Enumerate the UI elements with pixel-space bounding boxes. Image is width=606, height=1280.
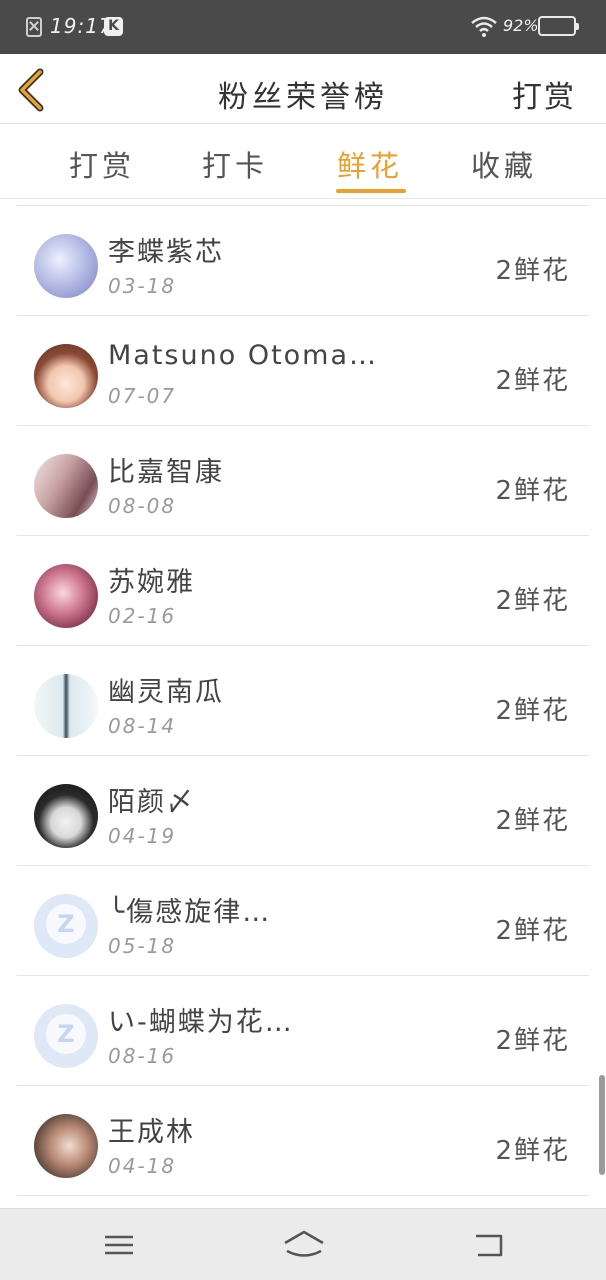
flower-count: 2鲜花: [495, 806, 570, 836]
flower-count: 2鲜花: [495, 916, 570, 946]
fan-name: い-蝴蝶为花…: [108, 1007, 294, 1038]
flower-count: 2鲜花: [495, 1136, 570, 1166]
default-avatar[interactable]: Z: [34, 1004, 98, 1068]
fan-date: 05-18: [108, 934, 177, 958]
battery-icon: [538, 16, 579, 36]
list-item[interactable]: Z ╰傷感旋律… 05-18 2鲜花: [0, 866, 606, 976]
fan-date: 07-07: [108, 384, 177, 408]
fan-name: 幽灵南瓜: [108, 677, 224, 708]
home-icon[interactable]: [282, 1229, 326, 1259]
fan-list[interactable]: 李蝶紫芯 03-18 2鲜花 Matsuno Otoma… 07-07 2鲜花 …: [0, 200, 606, 1208]
active-tab-indicator: [336, 189, 406, 193]
fan-name: 王成林: [108, 1117, 195, 1148]
list-item[interactable]: 幽灵南瓜 08-14 2鲜花: [0, 646, 606, 756]
fan-date: 04-19: [108, 824, 177, 848]
fan-name: 李蝶紫芯: [108, 237, 224, 268]
avatar[interactable]: [34, 1114, 98, 1178]
avatar[interactable]: [34, 564, 98, 628]
divider: [17, 1195, 589, 1196]
qzone-icon: Z: [57, 1020, 75, 1048]
avatar[interactable]: [34, 344, 98, 408]
fan-date: 04-18: [108, 1154, 177, 1178]
flower-count: 2鲜花: [495, 586, 570, 616]
fan-name: 比嘉智康: [108, 457, 224, 488]
avatar[interactable]: [34, 784, 98, 848]
fan-name: ╰傷感旋律…: [108, 897, 272, 928]
avatar[interactable]: [34, 454, 98, 518]
flower-count: 2鲜花: [495, 696, 570, 726]
avatar[interactable]: [34, 234, 98, 298]
fan-date: 08-16: [108, 1044, 177, 1068]
list-item[interactable]: Z い-蝴蝶为花… 08-16 2鲜花: [0, 976, 606, 1086]
tab-favorites[interactable]: 收藏: [459, 143, 549, 185]
avatar[interactable]: [34, 674, 98, 738]
default-avatar[interactable]: Z: [34, 894, 98, 958]
list-scrollbar[interactable]: [599, 1075, 605, 1175]
system-nav-bar: [0, 1208, 606, 1280]
list-item[interactable]: 陌颜〆 04-19 2鲜花: [0, 756, 606, 866]
wifi-icon: [471, 16, 497, 37]
menu-icon[interactable]: [104, 1235, 134, 1255]
tab-flowers[interactable]: 鲜花: [325, 143, 415, 185]
fan-name: 苏婉雅: [108, 567, 195, 598]
list-item[interactable]: Matsuno Otoma… 07-07 2鲜花: [0, 316, 606, 426]
list-item[interactable]: 王成林 04-18 2鲜花: [0, 1086, 606, 1196]
back-icon[interactable]: [472, 1231, 504, 1259]
list-item[interactable]: 李蝶紫芯 03-18 2鲜花: [0, 206, 606, 316]
status-bar: 19:17 K 92%: [0, 0, 606, 54]
fan-name: Matsuno Otoma…: [108, 340, 379, 371]
flower-count: 2鲜花: [495, 476, 570, 506]
k-app-icon: K: [104, 17, 123, 36]
fan-date: 08-08: [108, 494, 177, 518]
battery-percent: 92%: [503, 16, 539, 35]
tab-reward[interactable]: 打赏: [57, 143, 147, 185]
fan-date: 03-18: [108, 274, 177, 298]
nav-bar: 粉丝荣誉榜 打赏: [0, 54, 606, 124]
flower-count: 2鲜花: [495, 256, 570, 286]
qzone-icon: Z: [57, 910, 75, 938]
sim-disabled-icon: [26, 17, 42, 37]
reward-button[interactable]: 打赏: [512, 72, 576, 116]
fan-date: 02-16: [108, 604, 177, 628]
fan-name: 陌颜〆: [108, 787, 195, 818]
flower-count: 2鲜花: [495, 366, 570, 396]
fan-date: 08-14: [108, 714, 177, 738]
tab-bar: 打赏 打卡 鲜花 收藏: [0, 125, 606, 199]
flower-count: 2鲜花: [495, 1026, 570, 1056]
tab-checkin[interactable]: 打卡: [190, 143, 280, 185]
list-item[interactable]: 比嘉智康 08-08 2鲜花: [0, 426, 606, 536]
list-item[interactable]: 苏婉雅 02-16 2鲜花: [0, 536, 606, 646]
